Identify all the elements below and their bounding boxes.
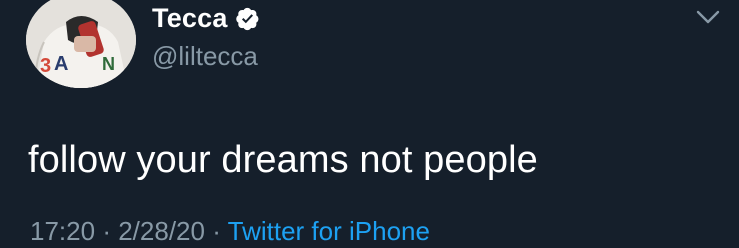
avatar-image: 3 A N (26, 0, 136, 88)
meta-separator: · (212, 216, 221, 246)
tweet-date[interactable]: 2/28/20 (118, 216, 205, 246)
svg-text:N: N (102, 54, 115, 74)
display-name[interactable]: Tecca (152, 2, 228, 34)
svg-text:3: 3 (40, 55, 51, 77)
user-handle[interactable]: @liltecca (152, 40, 258, 72)
svg-text:A: A (54, 53, 68, 75)
meta-separator: · (102, 216, 111, 246)
verified-badge-icon (235, 6, 260, 31)
user-name-row: Tecca (152, 2, 260, 34)
tweet-text: follow your dreams not people (28, 139, 538, 181)
chevron-down-icon[interactable] (692, 4, 724, 30)
tweet-time[interactable]: 17:20 (30, 216, 95, 246)
tweet-source-link[interactable]: Twitter for iPhone (228, 216, 430, 246)
avatar[interactable]: 3 A N (26, 0, 136, 88)
tweet-meta: 17:20 · 2/28/20 · Twitter for iPhone (30, 214, 430, 248)
tweet-card: 3 A N Tecca @liltecca follow your dreams… (0, 0, 739, 246)
